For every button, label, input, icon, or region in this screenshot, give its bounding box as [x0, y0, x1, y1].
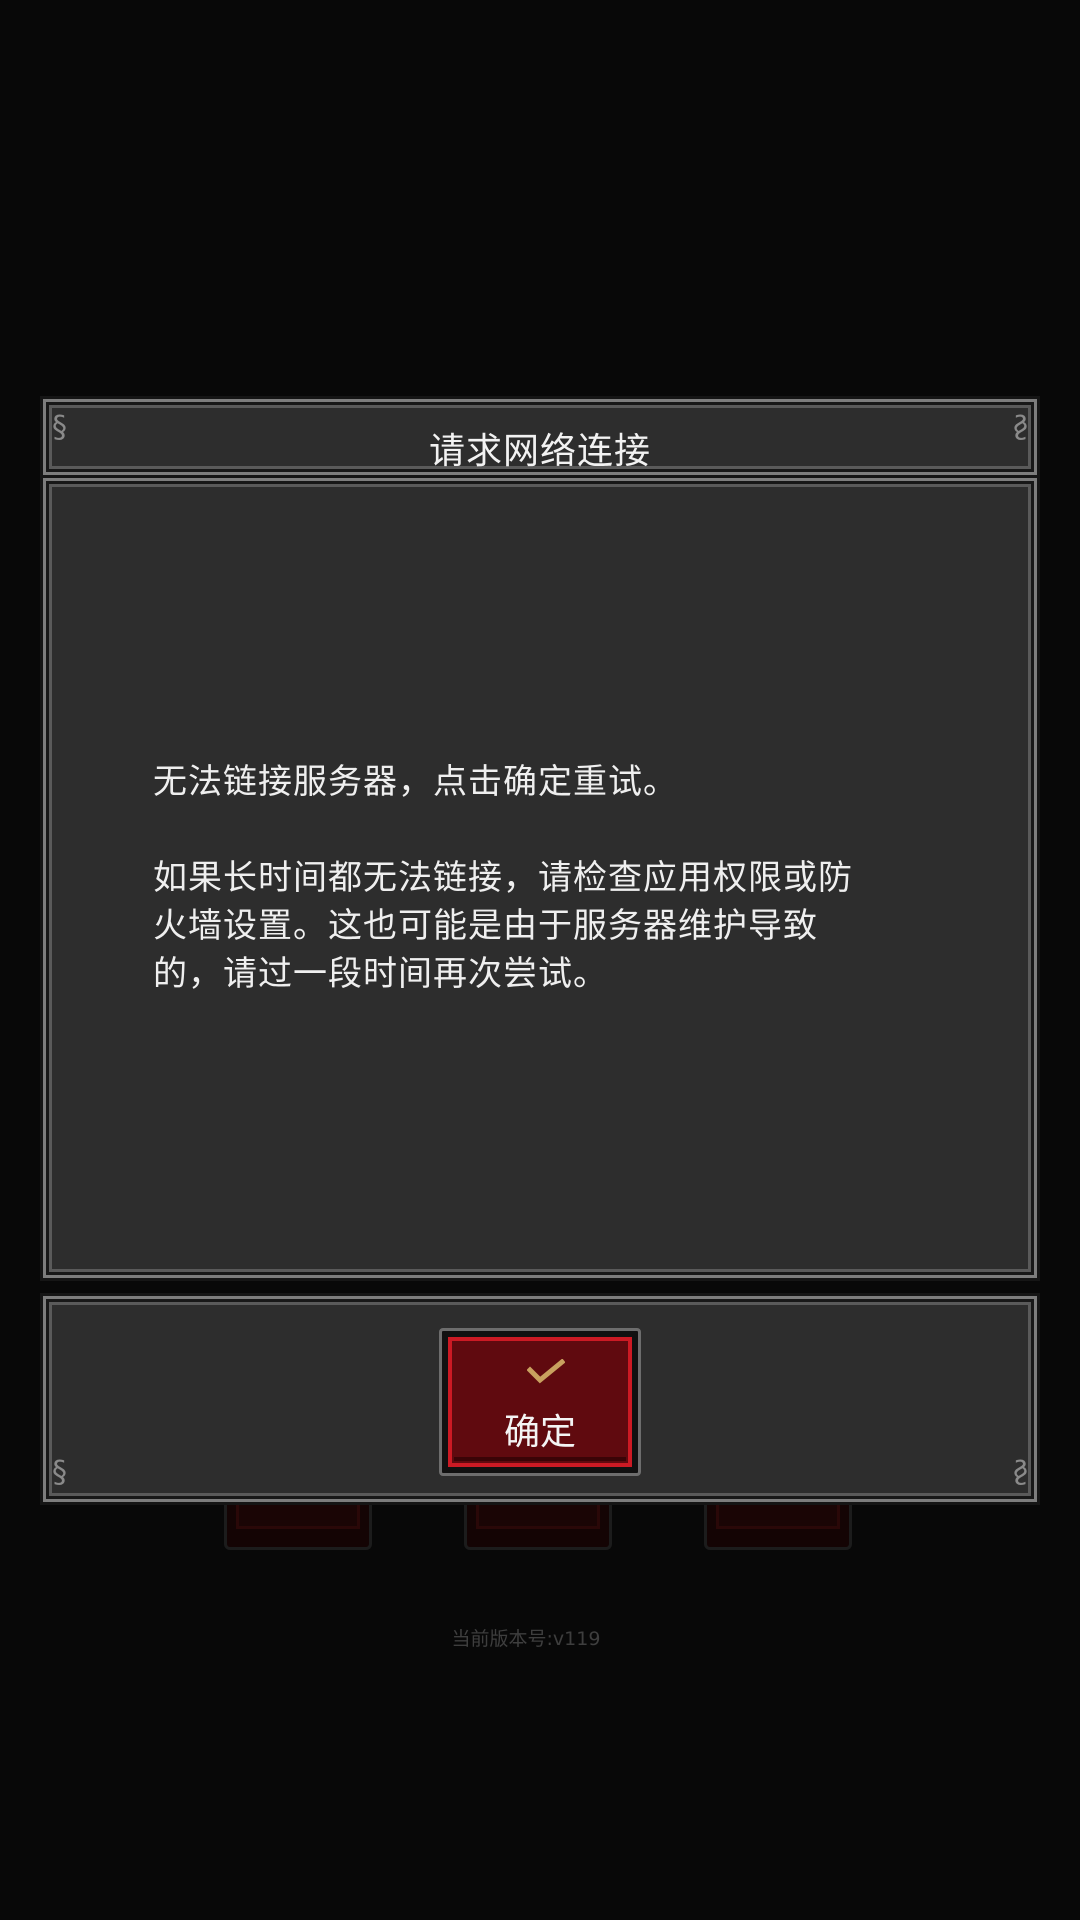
dialog-title: 请求网络连接 — [428, 431, 651, 472]
dialog-message-secondary: 如果长时间都无法链接，请检查应用权限或防火墙设置。这也可能是由于服务器维护导致的… — [153, 858, 853, 994]
corner-ornament-icon: § — [52, 1455, 67, 1490]
dialog-message-primary: 无法链接服务器，点击确定重试。 — [153, 762, 678, 802]
confirm-button[interactable]: 确定 — [439, 1328, 641, 1476]
checkmark-icon — [527, 1359, 565, 1384]
confirm-button-label: 确定 — [503, 1412, 576, 1453]
confirm-button-face[interactable]: 确定 — [448, 1337, 632, 1467]
corner-ornament-icon: § — [1013, 1455, 1028, 1490]
version-label: 当前版本号:v119 — [451, 1628, 601, 1650]
dialog-title-bar: § § 请求网络连接 — [43, 399, 1037, 475]
screen: 排行 首页 设置 当前版本号:v119 § § 请求网络连接 无法链接服务器，点… — [0, 0, 1080, 1920]
